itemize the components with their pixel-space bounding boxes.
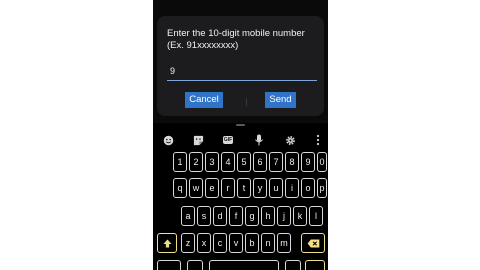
key-3[interactable]: 3	[205, 152, 219, 172]
key-r[interactable]: r	[221, 178, 235, 198]
key-b[interactable]: b	[245, 233, 259, 253]
cancel-button[interactable]: Cancel	[185, 92, 223, 108]
mobile-number-value: 9	[170, 66, 176, 76]
more-icon[interactable]	[311, 133, 325, 147]
input-underline	[167, 80, 317, 81]
backspace-key[interactable]	[301, 233, 325, 253]
key-n[interactable]: n	[261, 233, 275, 253]
key-h[interactable]: h	[261, 206, 275, 226]
key-4[interactable]: 4	[221, 152, 235, 172]
key-2[interactable]: 2	[189, 152, 203, 172]
button-divider	[246, 98, 247, 106]
sticker-icon[interactable]	[191, 133, 205, 147]
key-8[interactable]: 8	[285, 152, 299, 172]
key-c[interactable]: c	[213, 233, 227, 253]
dialog-title: Enter the 10-digit mobile number (Ex. 91…	[167, 28, 305, 51]
key-w[interactable]: w	[189, 178, 203, 198]
key-f[interactable]: f	[229, 206, 243, 226]
key-l[interactable]: l	[309, 206, 323, 226]
key-p[interactable]: p	[317, 178, 327, 198]
gif-label: GIF	[222, 136, 234, 144]
send-button[interactable]: Send	[265, 92, 296, 108]
keyboard-grabber	[236, 124, 245, 126]
key-j[interactable]: j	[277, 206, 291, 226]
key-q[interactable]: q	[173, 178, 187, 198]
symbols-key[interactable]	[157, 260, 181, 270]
emoji-icon[interactable]	[161, 133, 175, 147]
key-v[interactable]: v	[229, 233, 243, 253]
key-a[interactable]: a	[181, 206, 195, 226]
key-t[interactable]: t	[237, 178, 251, 198]
key-x[interactable]: x	[197, 233, 211, 253]
keyboard-toolbar: GIF	[153, 130, 328, 150]
enter-key[interactable]	[305, 260, 325, 270]
key-s[interactable]: s	[197, 206, 211, 226]
period-key[interactable]	[285, 260, 301, 270]
key-6[interactable]: 6	[253, 152, 267, 172]
key-u[interactable]: u	[269, 178, 283, 198]
phone-number-dialog: Enter the 10-digit mobile number (Ex. 91…	[157, 16, 324, 116]
key-7[interactable]: 7	[269, 152, 283, 172]
key-e[interactable]: e	[205, 178, 219, 198]
key-d[interactable]: d	[213, 206, 227, 226]
key-i[interactable]: i	[285, 178, 299, 198]
gif-icon[interactable]: GIF	[221, 133, 235, 147]
comma-key[interactable]	[187, 260, 203, 270]
microphone-icon[interactable]	[252, 133, 266, 147]
key-y[interactable]: y	[253, 178, 267, 198]
key-1[interactable]: 1	[173, 152, 187, 172]
phone-screen: Enter the 10-digit mobile number (Ex. 91…	[153, 0, 328, 270]
key-k[interactable]: k	[293, 206, 307, 226]
space-key[interactable]	[209, 260, 279, 270]
settings-icon[interactable]	[283, 133, 297, 147]
key-0[interactable]: 0	[317, 152, 327, 172]
key-9[interactable]: 9	[301, 152, 315, 172]
key-g[interactable]: g	[245, 206, 259, 226]
key-z[interactable]: z	[181, 233, 195, 253]
key-o[interactable]: o	[301, 178, 315, 198]
key-m[interactable]: m	[277, 233, 291, 253]
key-5[interactable]: 5	[237, 152, 251, 172]
shift-key[interactable]	[157, 233, 177, 253]
